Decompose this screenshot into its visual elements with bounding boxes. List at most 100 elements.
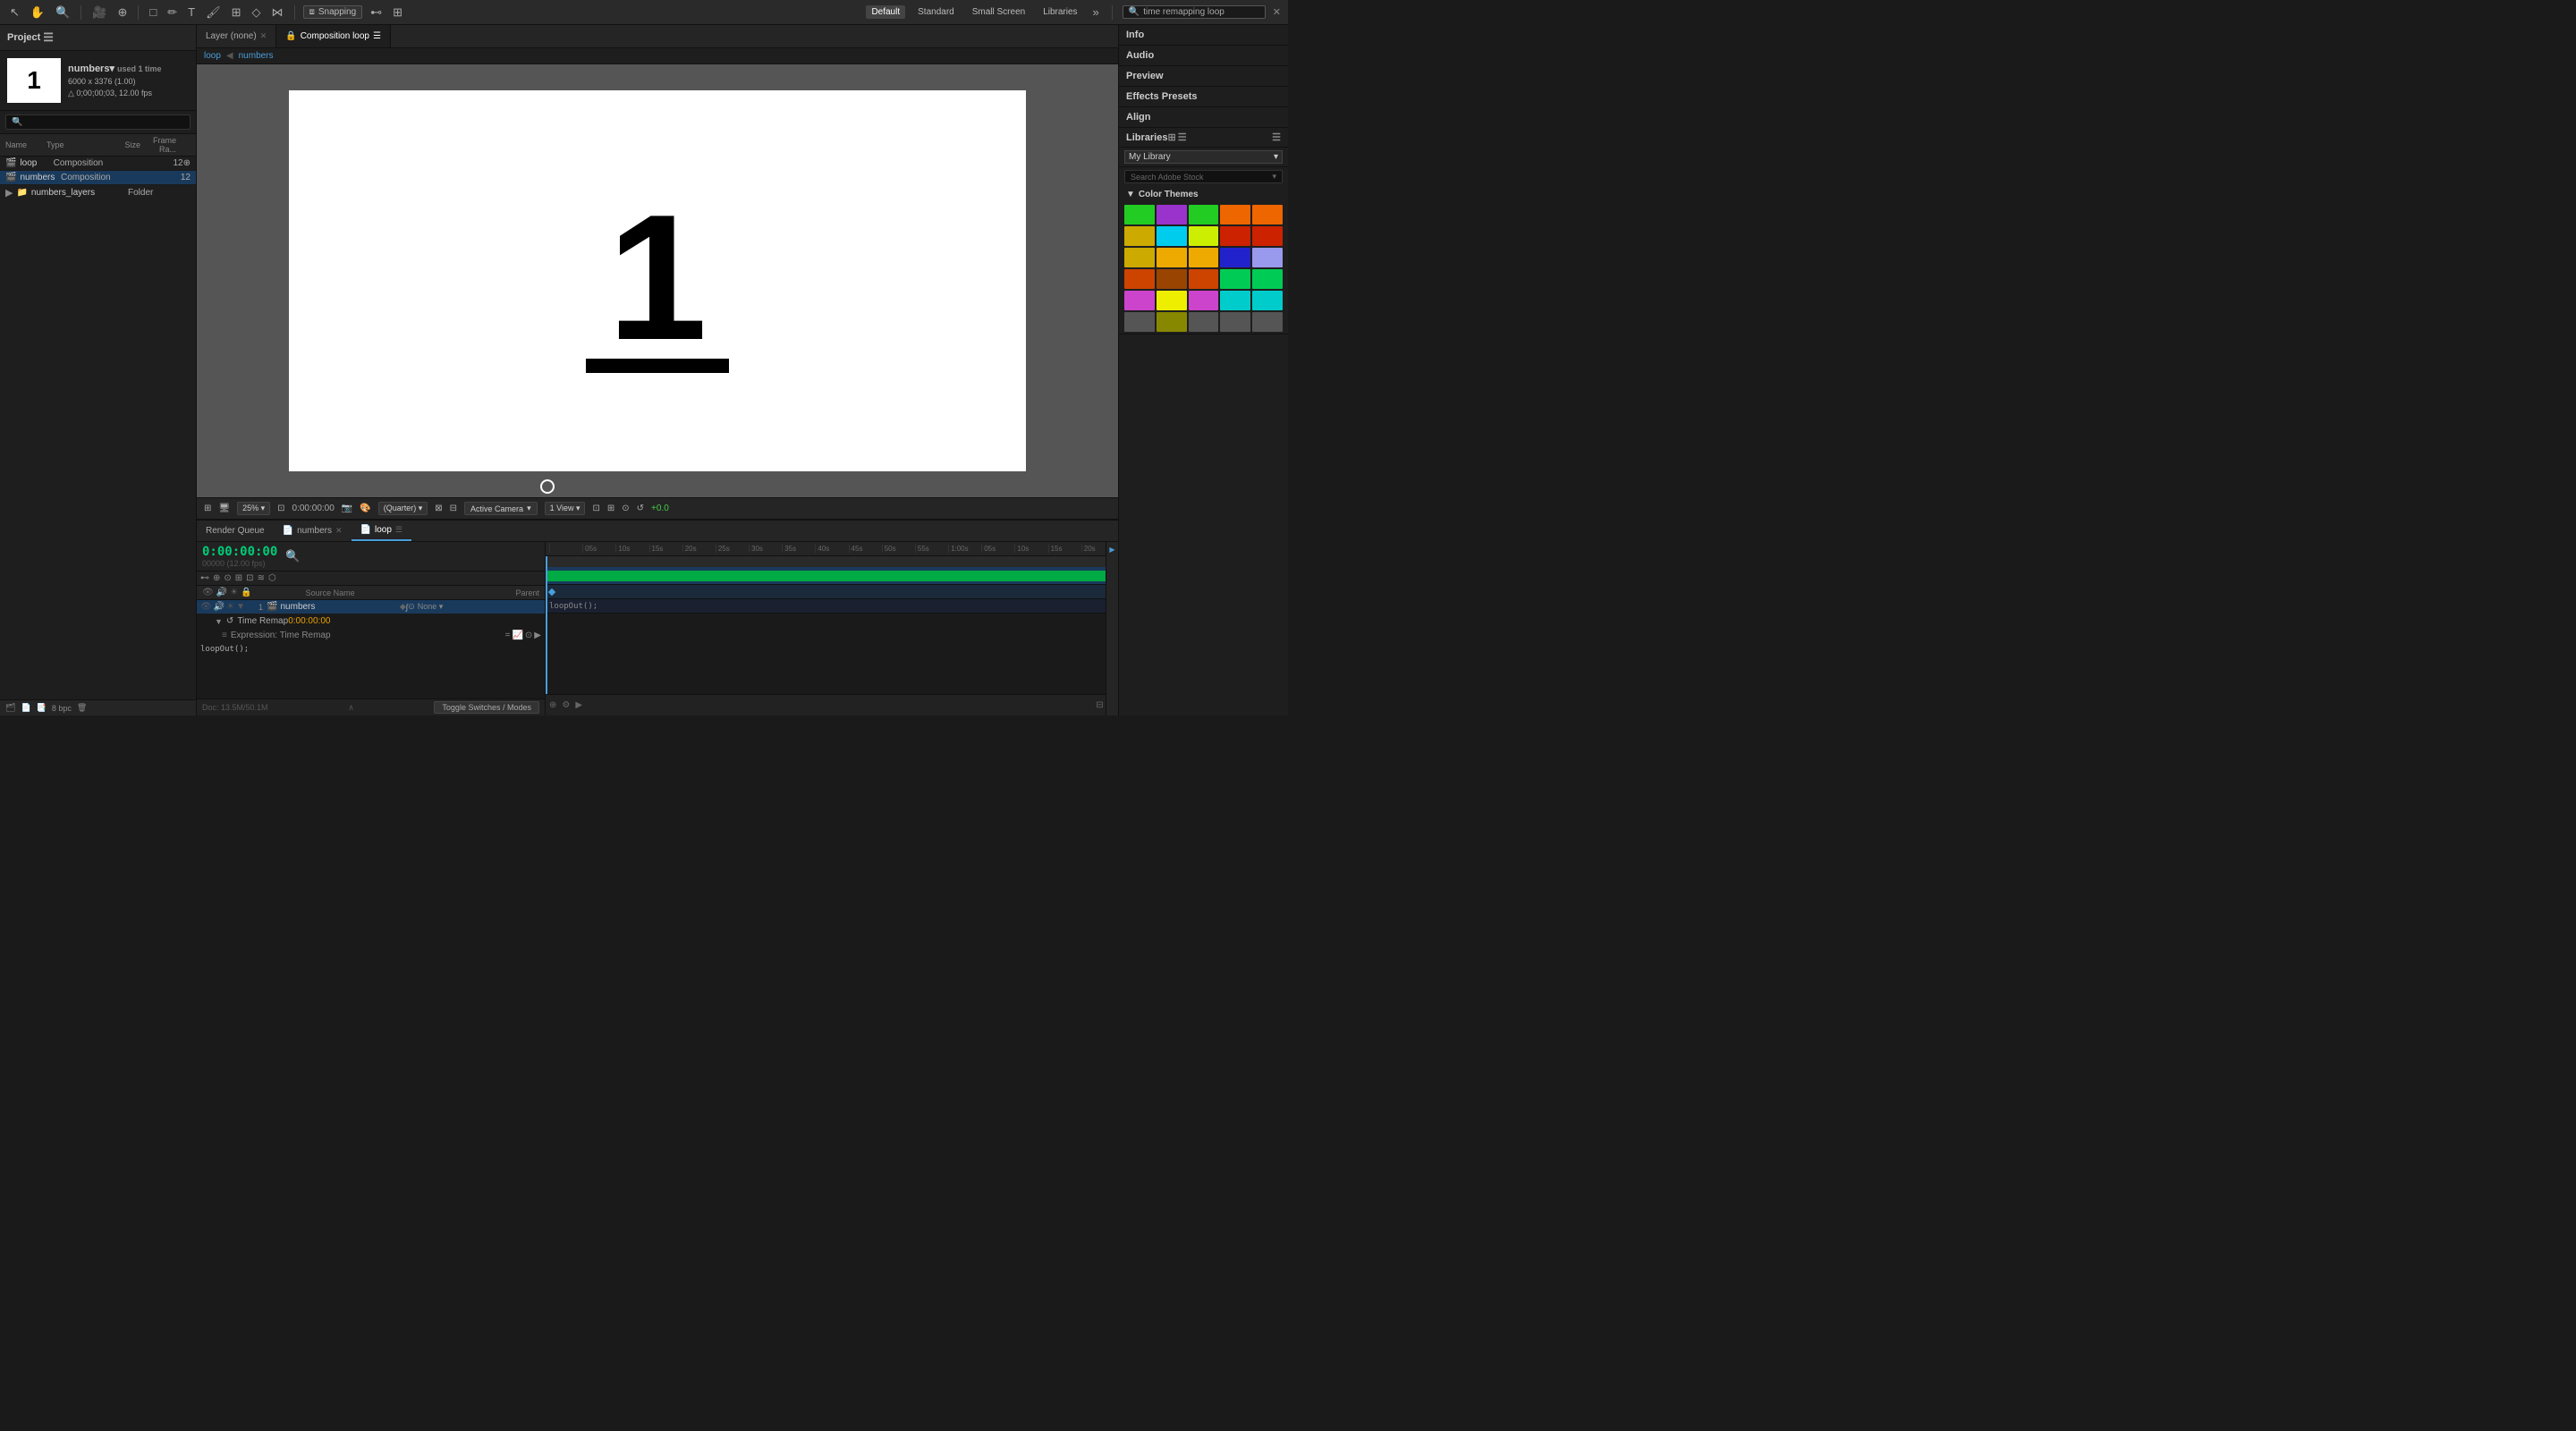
effects-presets-title[interactable]: Effects Presets: [1119, 87, 1288, 106]
expr-graph-icon[interactable]: 📈: [512, 631, 522, 640]
file-row-numbers[interactable]: 🎬 numbers Composition 12: [0, 171, 196, 185]
color-swatch-12[interactable]: [1189, 248, 1219, 267]
tl-settings-icon[interactable]: ⚙: [562, 700, 570, 710]
workspace-libraries[interactable]: Libraries: [1038, 5, 1082, 19]
toggle-switches-btn[interactable]: Toggle Switches / Modes: [434, 701, 539, 714]
align-icon[interactable]: ⊷: [368, 4, 385, 21]
grid-view-icon[interactable]: ⊞: [1167, 131, 1175, 143]
parent-link-icon[interactable]: ⊙: [408, 602, 415, 612]
viewer-icon4[interactable]: ⊞: [607, 504, 614, 513]
tl-zoom-out[interactable]: ⊟: [1096, 700, 1103, 710]
project-search-input[interactable]: [5, 114, 191, 130]
color-swatch-4[interactable]: [1252, 205, 1283, 224]
project-menu-icon[interactable]: ☰: [40, 29, 56, 47]
viewer-monitor-icon[interactable]: 🖥: [218, 504, 230, 513]
pen-tool-icon[interactable]: ✏: [165, 4, 180, 21]
camera-tool-icon[interactable]: 🎥: [89, 4, 109, 21]
toggle-icon2[interactable]: ⊟: [450, 504, 457, 513]
color-swatch-27[interactable]: [1189, 312, 1219, 332]
expr-enable-icon[interactable]: =: [505, 631, 511, 640]
audio-icon[interactable]: 🔊: [214, 602, 225, 612]
color-themes-header[interactable]: ▼ Color Themes: [1119, 186, 1288, 203]
global-search-box[interactable]: 🔍 time remapping loop: [1123, 5, 1266, 19]
view-select[interactable]: 1 View ▾: [545, 502, 586, 515]
file-row-loop[interactable]: 🎬 loop Composition 12 ⊕: [0, 157, 196, 171]
layer-row-numbers[interactable]: 👁 🔊 ☀ ▼ 1 🎬 numbers ◆ ∫ ⊙: [197, 600, 545, 614]
workspace-standard[interactable]: Standard: [912, 5, 960, 19]
fit-icon[interactable]: ⊡: [277, 504, 284, 513]
link-icon[interactable]: ⊷: [200, 573, 209, 583]
viewer-canvas[interactable]: 1: [197, 64, 1118, 497]
viewer-layout-icon[interactable]: ⊞: [204, 504, 211, 513]
expr-expand-icon[interactable]: ▶: [534, 631, 541, 640]
color-swatch-2[interactable]: [1189, 205, 1219, 224]
color-swatch-29[interactable]: [1252, 312, 1283, 332]
color-swatch-0[interactable]: [1124, 205, 1155, 224]
new-comp-icon[interactable]: 📄: [21, 703, 30, 713]
color-swatch-9[interactable]: [1252, 226, 1283, 246]
time-remap-track[interactable]: [546, 585, 1118, 599]
my-library-dropdown[interactable]: My Library ▾: [1124, 150, 1283, 164]
color-swatch-5[interactable]: [1124, 226, 1155, 246]
mask-icon[interactable]: ⬡: [268, 573, 276, 583]
color-swatch-1[interactable]: [1157, 205, 1187, 224]
workspace-default[interactable]: Default: [866, 5, 905, 19]
expand-icon[interactable]: ∧: [348, 703, 354, 713]
select-tool-icon[interactable]: ↖: [7, 4, 22, 21]
color-swatch-25[interactable]: [1124, 312, 1155, 332]
folder-row-numbers-layers[interactable]: ▶ 📁 numbers_layers Folder: [0, 185, 196, 200]
layer-track-numbers[interactable]: [546, 567, 1118, 585]
color-picker-icon[interactable]: 🎨: [360, 504, 370, 513]
bit-depth-label[interactable]: 8 bpc: [52, 704, 72, 713]
text-tool-icon[interactable]: T: [185, 4, 198, 21]
preview-title[interactable]: Preview: [1119, 66, 1288, 86]
viewer-icon6[interactable]: ↺: [637, 504, 644, 513]
expr-link-icon[interactable]: ⊙: [525, 631, 532, 640]
camera-select[interactable]: Active Camera ▾: [464, 502, 538, 515]
prop-expand-icon[interactable]: ▼: [215, 617, 223, 626]
quality-select[interactable]: (Quarter) ▾: [378, 502, 428, 515]
zoom-tool-icon[interactable]: 🔍: [53, 4, 72, 21]
collapse-icon[interactable]: ▼: [236, 602, 245, 612]
add-icon[interactable]: ⊕: [213, 573, 220, 583]
color-swatch-7[interactable]: [1189, 226, 1219, 246]
grid-icon[interactable]: ⊞: [390, 4, 405, 21]
color-swatch-15[interactable]: [1124, 269, 1155, 289]
color-swatch-26[interactable]: [1157, 312, 1187, 332]
tab-render-queue[interactable]: Render Queue: [197, 521, 274, 541]
eye-icon[interactable]: 👁: [200, 602, 212, 612]
viewer-icon3[interactable]: ⊡: [592, 504, 599, 513]
shape-tool-icon[interactable]: □: [147, 4, 159, 21]
color-swatch-6[interactable]: [1157, 226, 1187, 246]
color-swatch-3[interactable]: [1220, 205, 1250, 224]
clone-tool-icon[interactable]: ⊞: [229, 4, 244, 21]
tab-numbers[interactable]: 📄 numbers ✕: [274, 521, 352, 541]
eraser-tool-icon[interactable]: ◇: [250, 4, 264, 21]
color-swatch-11[interactable]: [1157, 248, 1187, 267]
puppet-tool-icon[interactable]: ⋈: [269, 4, 286, 21]
color-swatch-16[interactable]: [1157, 269, 1187, 289]
timeline-timecode[interactable]: 0:00:00:00: [202, 545, 277, 559]
parent-dropdown[interactable]: None ▾: [418, 602, 444, 612]
more-workspaces-icon[interactable]: »: [1090, 4, 1102, 21]
color-swatch-10[interactable]: [1124, 248, 1155, 267]
keyframe-icon[interactable]: ◆: [400, 602, 406, 612]
solo-icon[interactable]: ⊙: [224, 573, 231, 583]
tab-loop-menu[interactable]: ☰: [395, 525, 402, 535]
tl-new-comp-icon[interactable]: ⊕: [549, 700, 556, 710]
tab-layer-none[interactable]: Layer (none) ✕: [197, 25, 276, 47]
audio-title[interactable]: Audio: [1119, 46, 1288, 65]
tab-composition-loop[interactable]: 🔒 Composition loop ☰: [276, 25, 391, 47]
new-folder-icon[interactable]: 🗂: [5, 703, 15, 713]
snapping-toggle[interactable]: ⧈ Snapping: [303, 5, 363, 19]
libraries-menu-icon[interactable]: ☰: [1272, 131, 1281, 143]
pan-tool-icon[interactable]: ⊕: [114, 4, 130, 21]
color-swatch-19[interactable]: [1252, 269, 1283, 289]
hand-tool-icon[interactable]: ✋: [28, 4, 47, 21]
expr-track[interactable]: loopOut();: [546, 599, 1118, 614]
color-swatch-22[interactable]: [1189, 291, 1219, 310]
align-title[interactable]: Align: [1119, 107, 1288, 127]
viewer-icon5[interactable]: ⊙: [622, 504, 629, 513]
color-swatch-14[interactable]: [1252, 248, 1283, 267]
brush-tool-icon[interactable]: 🖌: [203, 4, 224, 21]
